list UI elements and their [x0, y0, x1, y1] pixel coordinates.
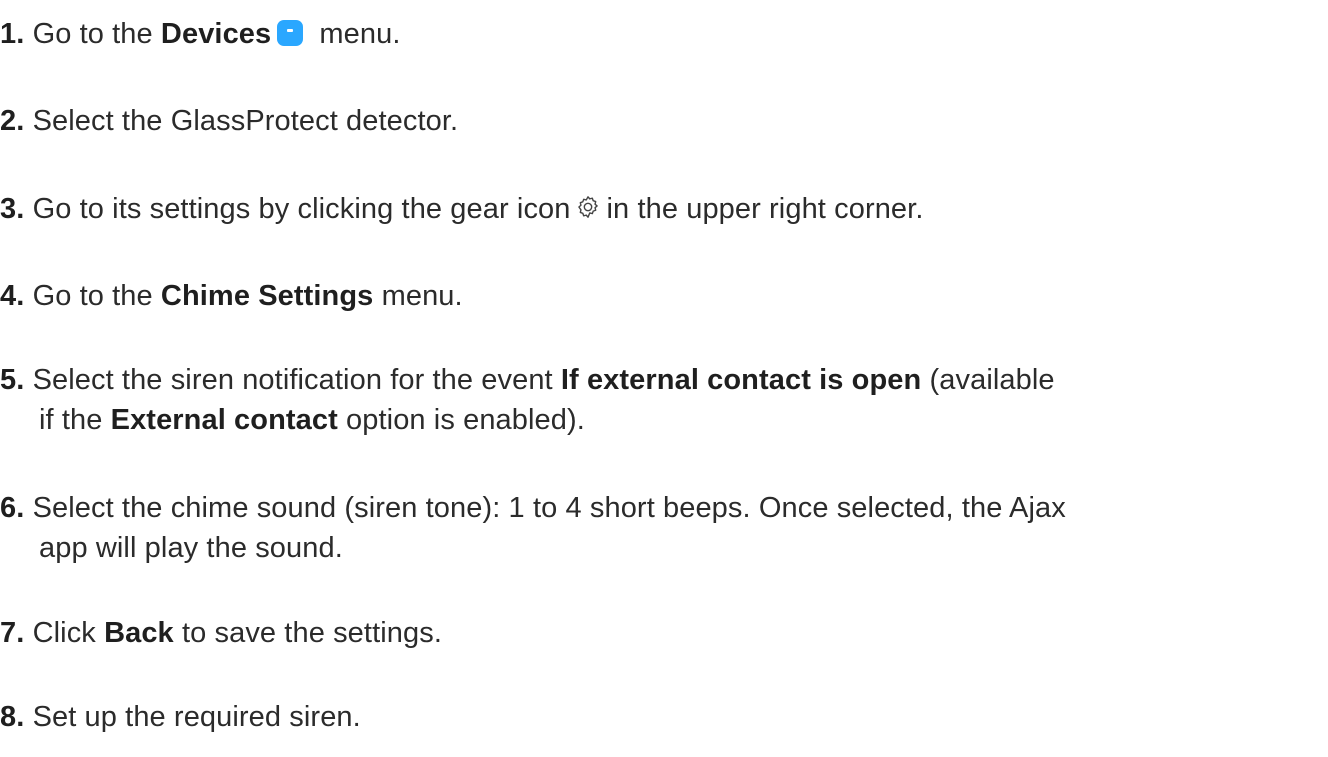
step-number: 8.: [0, 701, 25, 733]
step-text: Click: [32, 617, 105, 649]
step-text: Select the chime sound (siren tone): 1 t…: [32, 492, 1066, 524]
step-continuation: app will play the sound.: [39, 532, 343, 564]
instruction-steps: 1. Go to the Devices menu. 2. Select the…: [0, 0, 1328, 757]
step-number: 2.: [0, 105, 25, 137]
step-continuation: if the External contact option is enable…: [0, 400, 1328, 440]
step-text: menu.: [311, 18, 401, 50]
step-bold-text: If external contact is open: [560, 364, 922, 396]
step-text: in the upper right corner.: [606, 193, 924, 225]
step-text: Go to the: [32, 280, 161, 312]
step-text: menu.: [373, 280, 463, 312]
gear-icon: [577, 196, 598, 218]
step-2: 2. Select the GlassProtect detector.: [0, 101, 1328, 141]
step-bold-text: Back: [104, 617, 174, 649]
step-text: (available: [921, 364, 1055, 396]
step-text: Select the siren notification for the ev…: [32, 364, 561, 396]
step-number: 6.: [0, 492, 25, 524]
step-1: 1. Go to the Devices menu.: [0, 14, 1328, 54]
step-text: Go to the: [32, 18, 161, 50]
step-number: 5.: [0, 364, 25, 396]
step-number: 4.: [0, 280, 25, 312]
step-number: 7.: [0, 617, 25, 649]
step-6: 6. Select the chime sound (siren tone): …: [0, 488, 1328, 568]
step-text: to save the settings.: [173, 617, 442, 649]
step-text: Go to its settings by clicking the gear …: [32, 193, 571, 225]
step-text: Select the GlassProtect detector.: [32, 105, 459, 137]
step-7: 7. Click Back to save the settings.: [0, 613, 1328, 653]
devices-menu-icon: [277, 20, 304, 46]
step-number: 3.: [0, 193, 25, 225]
step-bold-text: External contact: [110, 404, 338, 436]
step-bold-text: Chime Settings: [160, 280, 374, 312]
step-4: 4. Go to the Chime Settings menu.: [0, 276, 1328, 316]
step-text: option is enabled).: [337, 404, 585, 436]
step-text: if the: [39, 404, 111, 436]
step-text: Set up the required siren.: [32, 701, 361, 733]
step-5: 5. Select the siren notification for the…: [0, 360, 1328, 440]
step-3: 3. Go to its settings by clicking the ge…: [0, 189, 1328, 229]
step-number: 1.: [0, 18, 25, 50]
step-bold-text: Devices: [160, 18, 272, 50]
step-8: 8. Set up the required siren.: [0, 697, 1328, 737]
